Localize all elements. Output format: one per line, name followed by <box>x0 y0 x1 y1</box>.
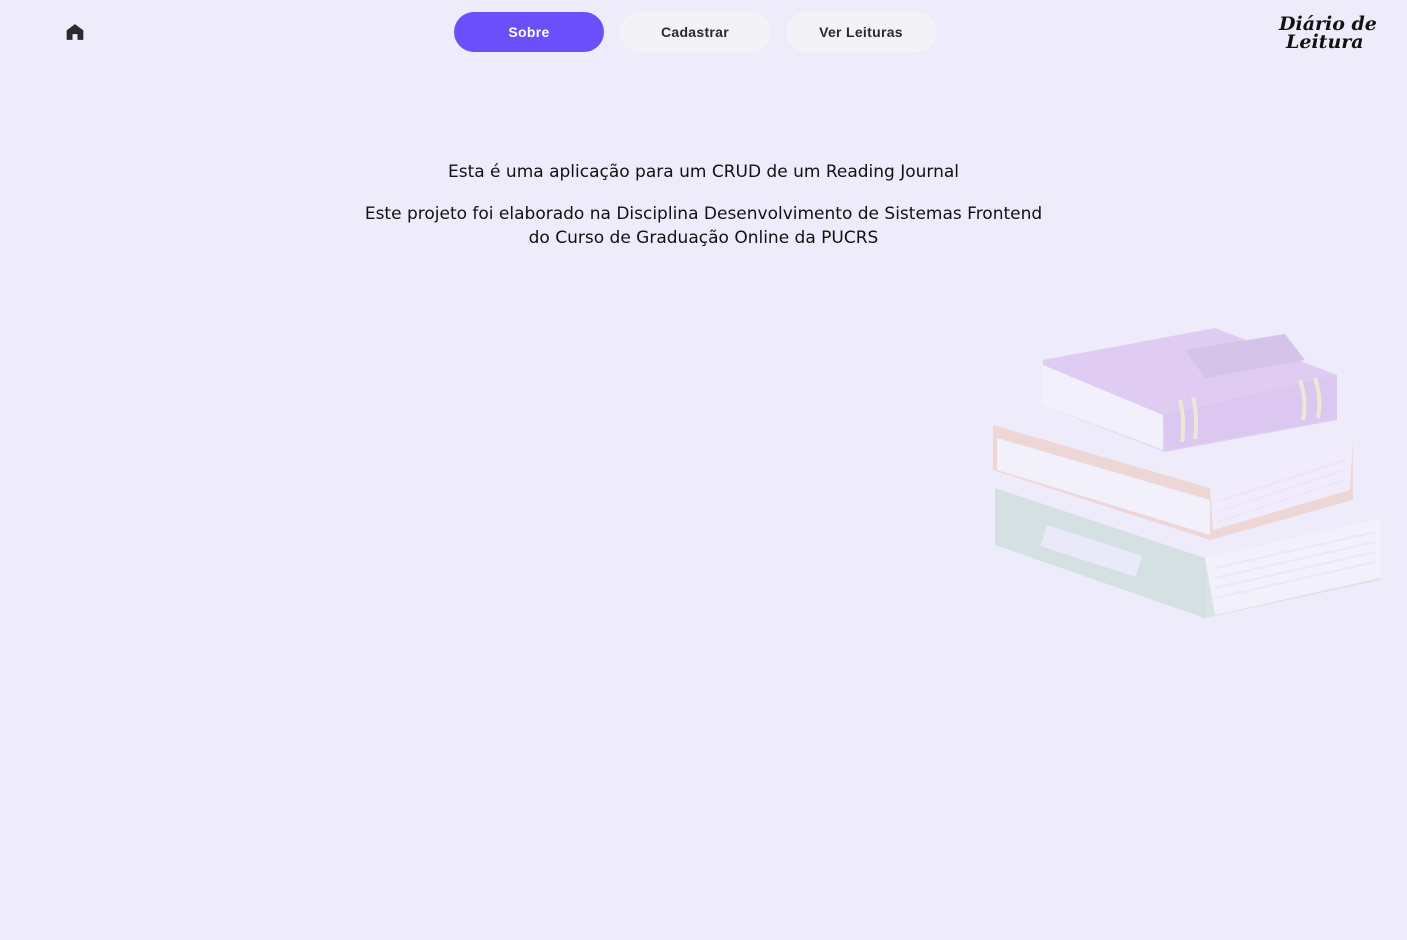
home-icon[interactable] <box>63 20 87 44</box>
nav-sobre-button[interactable]: Sobre <box>454 12 604 52</box>
nav-cadastrar-button[interactable]: Cadastrar <box>620 12 770 52</box>
top-book <box>1043 328 1337 452</box>
logo-line2: Leitura <box>1285 31 1364 53</box>
about-paragraph-2: Este projeto foi elaborado na Disciplina… <box>364 204 1043 248</box>
about-paragraph-1: Esta é uma aplicação para um CRUD de um … <box>447 162 960 182</box>
nav-ver-leituras-button[interactable]: Ver Leituras <box>786 12 936 52</box>
books-stack-illustration <box>985 320 1385 625</box>
logo[interactable]: Diário de Leitura <box>1276 8 1377 54</box>
main-nav: Sobre Cadastrar Ver Leituras <box>454 12 936 52</box>
top-navigation-bar: Sobre Cadastrar Ver Leituras Diário de L… <box>0 0 1407 64</box>
about-content: Esta é uma aplicação para um CRUD de um … <box>0 160 1407 250</box>
